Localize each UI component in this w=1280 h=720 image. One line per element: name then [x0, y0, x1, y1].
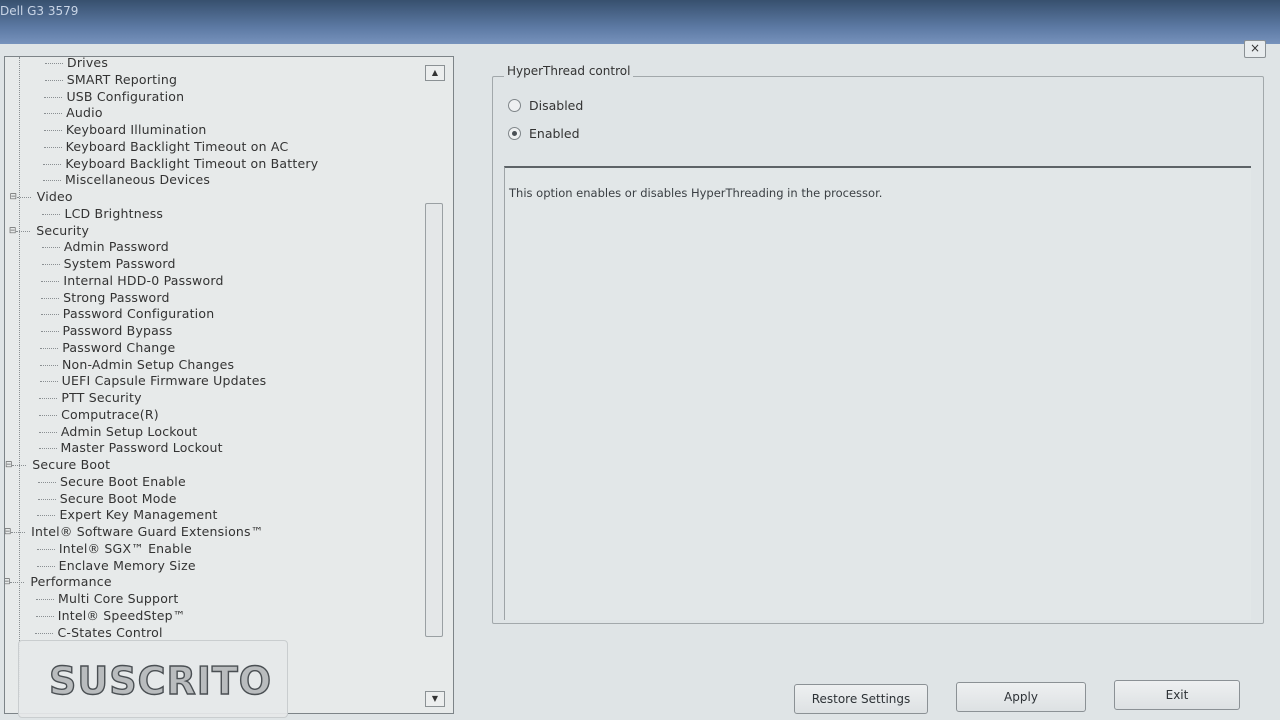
- radio-icon[interactable]: [508, 99, 521, 112]
- option-group-title: HyperThread control: [504, 64, 634, 78]
- tree-item[interactable]: Miscellaneous Devices: [43, 172, 210, 187]
- tree-item[interactable]: Non-Admin Setup Changes: [39, 357, 234, 372]
- tree-item[interactable]: UEFI Capsule Firmware Updates: [39, 373, 267, 388]
- settings-tree: Drives SMART Reporting USB Configuration Au…: [4, 56, 454, 714]
- title-bar: Dell G3 3579: [0, 0, 1280, 48]
- tree-item[interactable]: Keyboard Backlight Timeout on Battery: [43, 156, 318, 171]
- tree-item[interactable]: Admin Setup Lockout: [38, 424, 198, 439]
- tree-item[interactable]: Computrace(R): [39, 407, 159, 422]
- tree-item[interactable]: Secure Boot Mode: [37, 491, 177, 506]
- collapse-icon[interactable]: ⊟: [9, 193, 18, 202]
- tree-item[interactable]: Password Configuration: [40, 306, 215, 321]
- subscribed-text: SUSCRITO: [48, 658, 273, 703]
- close-button[interactable]: ×: [1244, 40, 1266, 58]
- tree-item[interactable]: PTT Security: [39, 390, 141, 405]
- apply-button[interactable]: Apply: [956, 682, 1086, 712]
- radio-disabled[interactable]: Disabled: [508, 98, 583, 113]
- tree-item[interactable]: Strong Password: [41, 290, 170, 305]
- description-text: This option enables or disables HyperThr…: [509, 186, 883, 200]
- tree-item[interactable]: Secure Boot Enable: [38, 474, 186, 489]
- collapse-icon[interactable]: ⊟: [5, 578, 11, 587]
- tree-item[interactable]: Enclave Memory Size: [36, 558, 196, 573]
- radio-label: Disabled: [529, 98, 584, 113]
- tree-item[interactable]: Intel® SGX™ Enable: [36, 541, 192, 556]
- tree-item[interactable]: Multi Core Support: [35, 591, 178, 606]
- radio-enabled[interactable]: Enabled: [508, 126, 580, 141]
- tree-item[interactable]: Master Password Lockout: [38, 440, 223, 455]
- tree-category[interactable]: Performance: [10, 574, 112, 589]
- tree-category[interactable]: Secure Boot: [12, 457, 110, 472]
- tree-scrollbar[interactable]: ▲ ▼: [419, 59, 447, 709]
- description-box: This option enables or disables HyperThr…: [504, 166, 1251, 620]
- tree-item[interactable]: Audio: [44, 105, 103, 120]
- tree-category[interactable]: Video: [16, 189, 73, 204]
- collapse-icon[interactable]: ⊟: [5, 528, 12, 537]
- tree-item[interactable]: LCD Brightness: [42, 206, 163, 221]
- scroll-thumb[interactable]: [425, 203, 443, 637]
- tree-category[interactable]: Intel® Software Guard Extensions™: [11, 524, 263, 539]
- window-title: Dell G3 3579: [0, 4, 79, 18]
- tree-item[interactable]: Password Bypass: [40, 323, 173, 338]
- tree-item[interactable]: Admin Password: [41, 239, 169, 254]
- scroll-up-icon[interactable]: ▲: [425, 65, 445, 81]
- radio-label: Enabled: [529, 126, 580, 141]
- scroll-down-icon[interactable]: ▼: [425, 691, 445, 707]
- collapse-icon[interactable]: ⊟: [5, 461, 13, 470]
- subscribed-overlay: SUSCRITO: [18, 640, 288, 718]
- tree-item[interactable]: System Password: [41, 256, 176, 271]
- restore-settings-button[interactable]: Restore Settings: [794, 684, 928, 714]
- tree-item[interactable]: Expert Key Management: [37, 507, 217, 522]
- radio-icon[interactable]: [508, 127, 521, 140]
- tree-item[interactable]: Intel® SpeedStep™: [35, 608, 186, 623]
- tree-item[interactable]: Internal HDD-0 Password: [41, 273, 223, 288]
- tree-item[interactable]: Password Change: [40, 340, 175, 355]
- tree-item[interactable]: Keyboard Illumination: [43, 122, 207, 137]
- tree-item[interactable]: C-States Control: [35, 625, 162, 640]
- tree-item[interactable]: SMART Reporting: [44, 72, 177, 87]
- exit-button[interactable]: Exit: [1114, 680, 1240, 710]
- tree-item[interactable]: USB Configuration: [44, 89, 184, 104]
- tree-item[interactable]: Drives: [44, 57, 108, 70]
- tree-guide-line: [19, 57, 20, 697]
- collapse-icon[interactable]: ⊟: [8, 226, 17, 236]
- tree-category[interactable]: Security: [16, 223, 89, 238]
- tree-item[interactable]: Keyboard Backlight Timeout on AC: [43, 139, 289, 154]
